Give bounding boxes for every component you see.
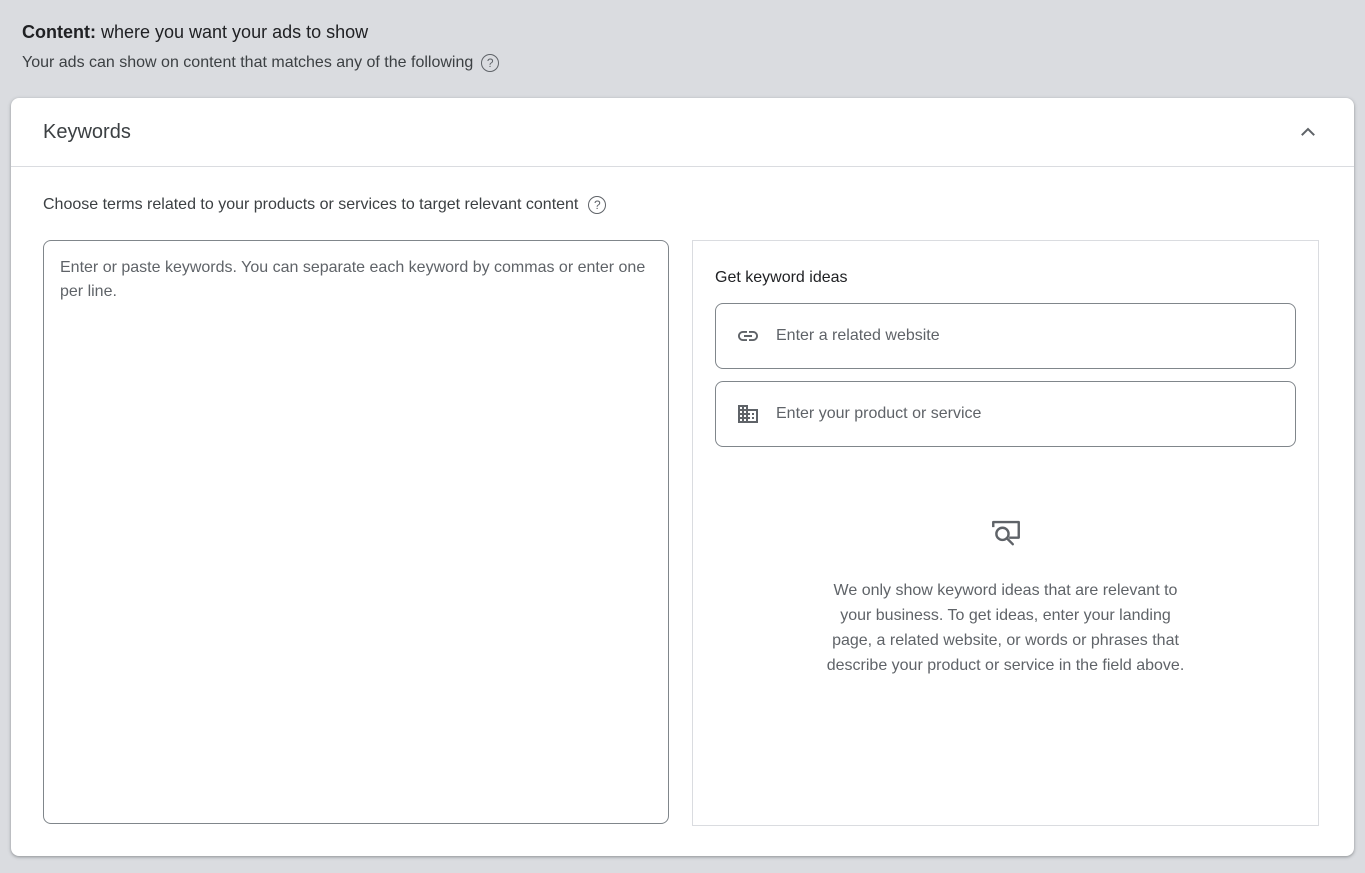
help-icon[interactable]: ? [588, 196, 606, 214]
page-title: Content:where you want your ads to show [22, 21, 1343, 43]
page-title-bold: Content: [22, 22, 96, 42]
related-website-field[interactable] [715, 303, 1296, 369]
keyword-ideas-panel: Get keyword ideas [692, 240, 1319, 826]
building-icon [736, 402, 760, 426]
keyword-ideas-empty-state: We only show keyword ideas that are rele… [715, 459, 1296, 678]
keywords-card-title: Keywords [43, 121, 131, 144]
collapse-panel-button[interactable] [1292, 116, 1324, 148]
page-subtitle-text: Your ads can show on content that matche… [22, 52, 473, 73]
page-search-icon [989, 515, 1023, 549]
keywords-input-textarea[interactable] [43, 240, 669, 824]
keywords-card: Keywords Choose terms related to your pr… [11, 98, 1354, 856]
product-service-field[interactable] [715, 381, 1296, 447]
page-subtitle: Your ads can show on content that matche… [22, 52, 1343, 73]
keywords-instruction: Choose terms related to your products or… [43, 194, 1322, 215]
keywords-instruction-text: Choose terms related to your products or… [43, 194, 578, 215]
chevron-up-icon [1296, 120, 1320, 144]
link-icon [736, 324, 760, 348]
related-website-input[interactable] [776, 327, 1275, 345]
keywords-card-header: Keywords [11, 98, 1354, 167]
content-section-header: Content:where you want your ads to show … [0, 0, 1365, 73]
keyword-ideas-heading: Get keyword ideas [715, 268, 1296, 288]
page-title-rest: where you want your ads to show [101, 22, 368, 42]
product-service-input[interactable] [776, 405, 1275, 423]
keyword-ideas-empty-text: We only show keyword ideas that are rele… [822, 578, 1190, 678]
keywords-columns: Get keyword ideas [43, 240, 1322, 826]
help-icon[interactable]: ? [481, 54, 499, 72]
keywords-card-body: Choose terms related to your products or… [11, 194, 1354, 856]
